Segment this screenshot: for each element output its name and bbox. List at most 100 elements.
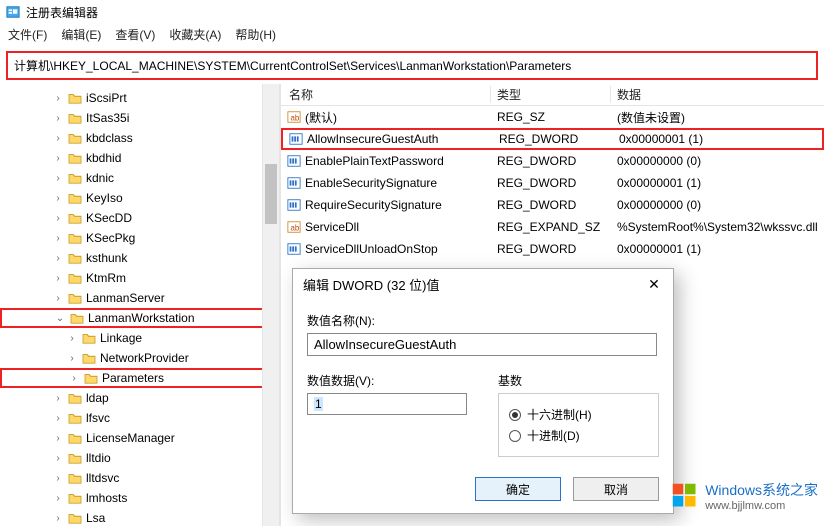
tree-item-label: KeyIso — [86, 191, 123, 205]
chevron-right-icon[interactable]: › — [52, 193, 64, 204]
tree-item-label: lmhosts — [86, 491, 127, 505]
menu-favorites[interactable]: 收藏夹(A) — [169, 26, 221, 43]
chevron-right-icon[interactable]: › — [52, 453, 64, 464]
menu-help[interactable]: 帮助(H) — [235, 26, 276, 43]
base-radio-group: 十六进制(H) 十进制(D) — [498, 393, 659, 457]
tree-item[interactable]: ›lltdio — [0, 448, 279, 468]
tree-item[interactable]: ›ItSas35i — [0, 108, 279, 128]
header-type[interactable]: 类型 — [491, 86, 611, 103]
ok-button[interactable]: 确定 — [475, 477, 561, 501]
folder-icon — [68, 252, 82, 264]
tree-item-label: kdnic — [86, 171, 114, 185]
value-type: REG_DWORD — [491, 198, 611, 212]
menu-file[interactable]: 文件(F) — [8, 26, 47, 43]
chevron-right-icon[interactable]: › — [52, 293, 64, 304]
watermark-url: www.bjjlmw.com — [705, 500, 818, 512]
folder-icon — [84, 372, 98, 384]
value-name-input[interactable]: AllowInsecureGuestAuth — [307, 333, 657, 356]
address-input[interactable]: 计算机\HKEY_LOCAL_MACHINE\SYSTEM\CurrentCon… — [6, 51, 818, 80]
tree-item[interactable]: ›KSecDD — [0, 208, 279, 228]
tree-item-label: iScsiPrt — [86, 91, 127, 105]
tree-item[interactable]: ›Linkage — [0, 328, 279, 348]
chevron-right-icon[interactable]: › — [52, 273, 64, 284]
reg-dword-icon — [287, 154, 301, 168]
value-name: ServiceDllUnloadOnStop — [305, 242, 438, 256]
reg-dword-icon — [287, 242, 301, 256]
value-row[interactable]: EnableSecuritySignatureREG_DWORD0x000000… — [281, 172, 824, 194]
tree-item[interactable]: › iScsiPrt — [0, 88, 279, 108]
value-row[interactable]: ServiceDllUnloadOnStopREG_DWORD0x0000000… — [281, 238, 824, 260]
chevron-right-icon[interactable]: › — [52, 233, 64, 244]
tree-item[interactable]: ›lfsvc — [0, 408, 279, 428]
tree-item[interactable]: ›KSecPkg — [0, 228, 279, 248]
tree-item[interactable]: ›ksthunk — [0, 248, 279, 268]
tree-item[interactable]: › kdnic — [0, 168, 279, 188]
tree-item[interactable]: ›lltdsvc — [0, 468, 279, 488]
menu-edit[interactable]: 编辑(E) — [61, 26, 101, 43]
chevron-right-icon[interactable]: › — [52, 433, 64, 444]
chevron-right-icon[interactable]: › — [52, 153, 64, 164]
cancel-button[interactable]: 取消 — [573, 477, 659, 501]
header-name[interactable]: 名称 — [281, 86, 491, 103]
chevron-right-icon[interactable]: › — [52, 213, 64, 224]
chevron-right-icon[interactable]: › — [52, 473, 64, 484]
tree-item-label: NetworkProvider — [100, 351, 189, 365]
tree-item[interactable]: ›LanmanServer — [0, 288, 279, 308]
chevron-down-icon[interactable]: ⌄ — [54, 313, 66, 324]
value-row[interactable]: ab(默认)REG_SZ(数值未设置) — [281, 106, 824, 128]
value-row[interactable]: AllowInsecureGuestAuthREG_DWORD0x0000000… — [281, 128, 824, 150]
tree-item[interactable]: › NetworkProvider — [0, 348, 279, 368]
scrollbar-thumb[interactable] — [265, 164, 277, 224]
chevron-right-icon[interactable]: › — [52, 113, 64, 124]
address-bar-row: 计算机\HKEY_LOCAL_MACHINE\SYSTEM\CurrentCon… — [0, 47, 824, 84]
tree-item[interactable]: ›ldap — [0, 388, 279, 408]
dialog-close-button[interactable]: ✕ — [645, 276, 663, 293]
tree-item[interactable]: › KeyIso — [0, 188, 279, 208]
dialog-titlebar[interactable]: 编辑 DWORD (32 位)值 ✕ — [293, 269, 673, 300]
value-row[interactable]: RequireSecuritySignatureREG_DWORD0x00000… — [281, 194, 824, 216]
chevron-right-icon[interactable]: › — [52, 133, 64, 144]
tree-scrollbar[interactable] — [262, 84, 279, 526]
tree-item[interactable]: ›kbdclass — [0, 128, 279, 148]
chevron-right-icon[interactable]: › — [52, 253, 64, 264]
chevron-right-icon[interactable]: › — [52, 493, 64, 504]
tree-item[interactable]: ⌄LanmanWorkstation — [0, 308, 279, 328]
tree-item[interactable]: ›Parameters — [0, 368, 279, 388]
chevron-right-icon[interactable]: › — [66, 353, 78, 364]
folder-icon — [82, 352, 96, 364]
menu-view[interactable]: 查看(V) — [115, 26, 155, 43]
radio-dec[interactable]: 十进制(D) — [509, 427, 648, 444]
dialog-body: 数值名称(N): AllowInsecureGuestAuth 数值数据(V):… — [293, 300, 673, 469]
chevron-right-icon[interactable]: › — [52, 513, 64, 524]
tree-item[interactable]: › KtmRm — [0, 268, 279, 288]
tree-item[interactable]: ›kbdhid — [0, 148, 279, 168]
chevron-right-icon[interactable]: › — [52, 393, 64, 404]
folder-icon — [68, 492, 82, 504]
value-data: 0x00000000 (0) — [611, 198, 824, 212]
folder-icon — [68, 112, 82, 124]
value-name: ServiceDll — [305, 220, 359, 234]
chevron-right-icon[interactable]: › — [66, 333, 78, 344]
chevron-right-icon[interactable]: › — [52, 413, 64, 424]
chevron-right-icon[interactable]: › — [68, 373, 80, 384]
reg-dword-icon — [287, 198, 301, 212]
svg-text:ab: ab — [291, 224, 300, 233]
value-type: REG_EXPAND_SZ — [491, 220, 611, 234]
reg-dword-icon — [289, 132, 303, 146]
radio-hex[interactable]: 十六进制(H) — [509, 406, 648, 423]
chevron-right-icon[interactable]: › — [52, 173, 64, 184]
tree-item-label: KtmRm — [86, 271, 126, 285]
key-tree[interactable]: ›iScsiPrt›ItSas35i›kbdclass›kbdhid›kdnic… — [0, 84, 280, 526]
reg-dword-icon — [287, 176, 301, 190]
header-data[interactable]: 数据 — [611, 86, 824, 103]
watermark-title: Windows系统之家 — [705, 480, 818, 500]
chevron-right-icon[interactable]: › — [52, 93, 64, 104]
tree-item[interactable]: ›Lsa — [0, 508, 279, 526]
folder-icon — [68, 412, 82, 424]
tree-item[interactable]: › lmhosts — [0, 488, 279, 508]
folder-icon — [82, 332, 96, 344]
tree-item[interactable]: ›LicenseManager — [0, 428, 279, 448]
value-row[interactable]: EnablePlainTextPasswordREG_DWORD0x000000… — [281, 150, 824, 172]
value-data-input[interactable]: 1 — [307, 393, 467, 415]
value-row[interactable]: abServiceDllREG_EXPAND_SZ%SystemRoot%\Sy… — [281, 216, 824, 238]
